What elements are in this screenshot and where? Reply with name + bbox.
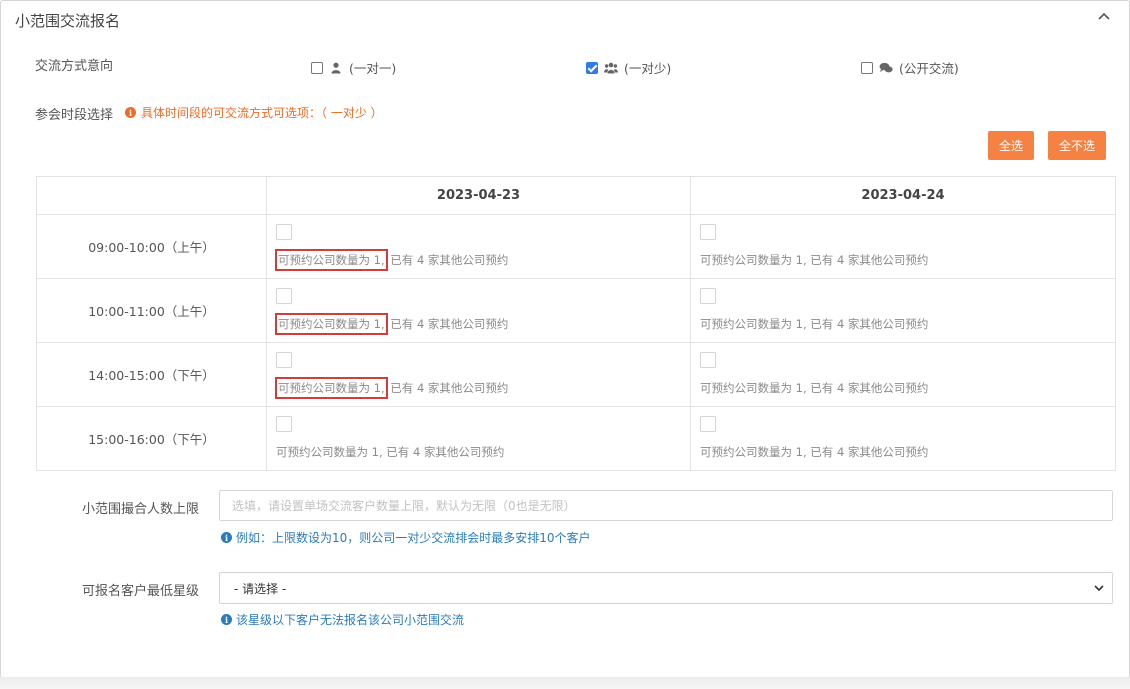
intent-option-open[interactable]: (公开交流) — [861, 58, 959, 77]
table-row: 10:00-11:00（上午） 可预约公司数量为 1, 已有 4 家其他公司预约… — [36, 278, 1116, 343]
page-bottom-strip — [0, 677, 1130, 689]
slot-availability: 可预约公司数量为 1, 已有 4 家其他公司预约 — [275, 249, 509, 271]
highlighted-quota: 可预约公司数量为 1, — [275, 377, 388, 399]
chevron-down-icon — [1094, 585, 1104, 592]
booked-count-text: 已有 4 家其他公司预约 — [806, 381, 929, 395]
intent-option-one-to-few[interactable]: (一对少) — [586, 58, 671, 77]
time-slot-label: 10:00-11:00（上午） — [36, 278, 267, 343]
quota-text: 可预约公司数量为 1, — [276, 445, 383, 459]
intent-option-one-to-one[interactable]: (一对一) — [311, 58, 396, 77]
limit-label: 小范围撮合人数上限 — [82, 502, 200, 517]
one-to-one-text: (一对一) — [349, 61, 397, 76]
session-hint: i 具体时间段的可交流方式可选项：（ 一对少 ） — [125, 104, 383, 121]
session-hint-text: 具体时间段的可交流方式可选项：（ 一对少 ） — [141, 106, 383, 120]
users-icon — [604, 62, 618, 73]
select-none-button[interactable]: 全不选 — [1048, 131, 1106, 160]
booked-count-text: 已有 4 家其他公司预约 — [386, 317, 509, 331]
chevron-up-icon[interactable] — [1097, 9, 1111, 23]
quota-text: 可预约公司数量为 1, — [700, 381, 807, 395]
slot-cell: 可预约公司数量为 1, 已有 4 家其他公司预约 — [266, 278, 691, 343]
table-row: 14:00-15:00（下午） 可预约公司数量为 1, 已有 4 家其他公司预约… — [36, 342, 1116, 407]
slot-cell: 可预约公司数量为 1, 已有 4 家其他公司预约 — [266, 342, 691, 407]
slot-cell: 可预约公司数量为 1, 已有 4 家其他公司预约 — [266, 406, 691, 471]
slot-checkbox[interactable] — [276, 416, 292, 432]
session-label: 参会时段选择 — [35, 108, 114, 123]
table-row: 09:00-10:00（上午） 可预约公司数量为 1, 已有 4 家其他公司预约… — [36, 214, 1116, 279]
date-header: 2023-04-23 — [266, 176, 691, 215]
info-icon: i — [221, 614, 232, 625]
slot-availability: 可预约公司数量为 1, 已有 4 家其他公司预约 — [700, 380, 928, 396]
slot-availability: 可预约公司数量为 1, 已有 4 家其他公司预约 — [700, 252, 928, 268]
slot-availability: 可预约公司数量为 1, 已有 4 家其他公司预约 — [276, 444, 504, 460]
booked-count-text: 已有 4 家其他公司预约 — [386, 381, 509, 395]
user-icon — [331, 62, 341, 73]
slot-checkbox[interactable] — [700, 288, 716, 304]
table-row: 15:00-16:00（下午） 可预约公司数量为 1, 已有 4 家其他公司预约… — [36, 406, 1116, 471]
highlighted-quota: 可预约公司数量为 1, — [275, 249, 388, 271]
booked-count-text: 已有 4 家其他公司预约 — [806, 445, 929, 459]
slot-checkbox[interactable] — [700, 352, 716, 368]
slot-checkbox[interactable] — [276, 288, 292, 304]
time-slot-label: 09:00-10:00（上午） — [36, 214, 267, 279]
slot-cell: 可预约公司数量为 1, 已有 4 家其他公司预约 — [266, 214, 691, 279]
limit-input[interactable] — [219, 490, 1113, 521]
quota-text: 可预约公司数量为 1, — [700, 445, 807, 459]
table-header-row: 2023-04-23 2023-04-24 — [36, 176, 1116, 215]
quota-text: 可预约公司数量为 1, — [700, 317, 807, 331]
open-exchange-checkbox[interactable] — [861, 61, 873, 74]
star-level-select[interactable]: - 请选择 - — [219, 572, 1113, 604]
slot-availability: 可预约公司数量为 1, 已有 4 家其他公司预约 — [275, 377, 509, 399]
star-help: i 该星级以下客户无法报名该公司小范围交流 — [221, 611, 464, 628]
slot-checkbox[interactable] — [276, 352, 292, 368]
star-label: 可报名客户最低星级 — [82, 584, 200, 599]
info-icon: i — [125, 107, 136, 118]
star-selected-value: - 请选择 - — [234, 581, 287, 596]
session-table: 2023-04-23 2023-04-24 09:00-10:00（上午） 可预… — [36, 176, 1116, 471]
one-to-few-text: (一对少) — [624, 61, 672, 76]
limit-help-text: 例如：上限数设为10，则公司一对少交流排会时最多安排10个客户 — [236, 531, 591, 545]
time-slot-label: 15:00-16:00（下午） — [36, 406, 267, 471]
highlighted-quota: 可预约公司数量为 1, — [275, 313, 388, 335]
slot-cell: 可预约公司数量为 1, 已有 4 家其他公司预约 — [690, 278, 1116, 343]
star-help-text: 该星级以下客户无法报名该公司小范围交流 — [236, 613, 465, 627]
slot-availability: 可预约公司数量为 1, 已有 4 家其他公司预约 — [700, 316, 928, 332]
info-icon: i — [221, 532, 232, 543]
comments-icon — [879, 62, 893, 72]
panel-title: 小范围交流报名 — [15, 12, 121, 30]
quota-text: 可预约公司数量为 1, — [700, 253, 807, 267]
slot-cell: 可预约公司数量为 1, 已有 4 家其他公司预约 — [690, 406, 1116, 471]
one-to-few-checkbox[interactable] — [586, 61, 598, 74]
open-exchange-text: (公开交流) — [899, 61, 959, 76]
date-header: 2023-04-24 — [690, 176, 1116, 215]
booked-count-text: 已有 4 家其他公司预约 — [806, 317, 929, 331]
one-to-one-checkbox[interactable] — [311, 61, 323, 74]
booked-count-text: 已有 4 家其他公司预约 — [382, 445, 505, 459]
time-slot-label: 14:00-15:00（下午） — [36, 342, 267, 407]
slot-checkbox[interactable] — [276, 224, 292, 240]
booked-count-text: 已有 4 家其他公司预约 — [386, 253, 509, 267]
slot-checkbox[interactable] — [700, 224, 716, 240]
select-all-button[interactable]: 全选 — [988, 131, 1034, 160]
slot-availability: 可预约公司数量为 1, 已有 4 家其他公司预约 — [700, 444, 928, 460]
slot-cell: 可预约公司数量为 1, 已有 4 家其他公司预约 — [690, 214, 1116, 279]
booked-count-text: 已有 4 家其他公司预约 — [806, 253, 929, 267]
limit-help: i 例如：上限数设为10，则公司一对少交流排会时最多安排10个客户 — [221, 529, 591, 546]
header-blank — [36, 176, 267, 215]
registration-panel: 小范围交流报名 交流方式意向 (一对一) (一对少) (公开交流) 参会时段选择… — [0, 0, 1130, 678]
intent-label: 交流方式意向 — [35, 59, 114, 74]
slot-cell: 可预约公司数量为 1, 已有 4 家其他公司预约 — [690, 342, 1116, 407]
slot-checkbox[interactable] — [700, 416, 716, 432]
slot-availability: 可预约公司数量为 1, 已有 4 家其他公司预约 — [275, 313, 509, 335]
